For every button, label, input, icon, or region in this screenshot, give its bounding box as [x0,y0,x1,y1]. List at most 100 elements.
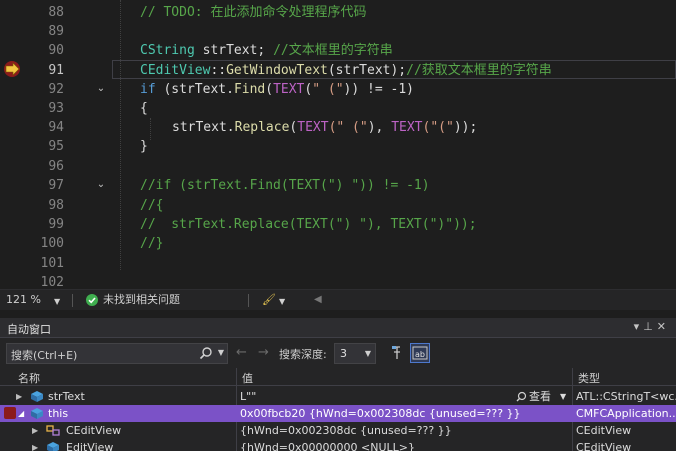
code-line-99: 99 // strText.Replace(TEXT(") "), TEXT("… [0,215,676,234]
pane-controls[interactable]: ▾⊥✕ [634,320,670,333]
class-token: CEditView [140,63,211,78]
magnifier-icon[interactable] [516,391,527,402]
issues-status[interactable]: 未找到相关问题 [103,293,180,307]
code-line-101: 101 [0,254,676,273]
variable-type: ATL::CStringT<wc... [576,390,676,403]
close-icon[interactable]: ✕ [657,320,670,333]
variable-name: this [48,407,69,420]
hex-display-toggle[interactable]: ab [410,343,430,363]
variable-value[interactable]: {hWnd=0x00000000 <NULL>} [240,439,570,451]
brush-icon[interactable]: 🖌 [262,293,276,307]
pin-pane-icon[interactable] [388,343,408,363]
code-text: // TODO: 在此添加命令处理程序代码 [140,5,367,20]
view-visualizer-button[interactable]: 查看 [529,388,551,405]
string-token: ("(" [422,120,454,135]
type-token: CString [140,43,195,58]
search-forward-icon[interactable]: → [258,345,269,360]
line-number: 94 [48,120,64,135]
variable-icon [31,408,43,419]
scroll-left-icon[interactable]: ◀ [314,293,322,307]
autos-grid-header: 名称 值 类型 [0,368,676,386]
variable-name: EditView [66,441,114,451]
code-text: //} [140,236,164,251]
divider [248,294,249,307]
code-line-88: 88 // TODO: 在此添加命令处理程序代码 [0,3,676,22]
autos-row-editview[interactable]: ▶ EditView {hWnd=0x00000000 <NULL>} CEdi… [0,439,676,451]
search-options-dropdown-icon[interactable]: ▼ [218,348,224,357]
line-number: 89 [48,24,64,39]
code-editor[interactable]: 88 // TODO: 在此添加命令处理程序代码 89 90 CString s… [0,0,676,289]
code-token: (strText); [327,63,407,78]
code-line-95: 95 } [0,137,676,156]
string-token: (" (" [328,120,368,135]
base-class-icon [46,425,60,436]
search-input[interactable]: 搜索(Ctrl+E) ▼ [6,343,228,364]
line-number: 90 [48,43,64,58]
search-back-icon[interactable]: ← [236,345,247,360]
code-line-90: 90 CString strText; //文本框里的字符串 [0,41,676,60]
code-text: //if (strText.Find(TEXT(") ")) != -1) [140,178,430,193]
search-placeholder: 搜索(Ctrl+E) [11,349,78,362]
expand-icon[interactable]: ▶ [32,422,38,439]
autos-row-strtext[interactable]: ▶ strText L"" 查看 ▼ ATL::CStringT<wc... [0,388,676,405]
keyword-token: if [140,82,156,97]
line-number: 91 [48,63,64,78]
code-token: strText. [172,120,235,135]
divider [72,294,73,307]
svg-text:ab: ab [415,350,425,359]
variable-value[interactable]: 0x00fbcb20 {hWnd=0x002308dc {unused=??? … [240,405,570,422]
autos-toolbar: 搜索(Ctrl+E) ▼ ← → 搜索深度: 3 ▼ ab [0,339,676,368]
function-token: Find [233,82,266,97]
search-depth-select[interactable]: 3 ▼ [334,343,376,364]
variable-value[interactable]: {hWnd=0x002308dc {unused=??? }} [240,422,570,439]
comment-token: //获取文本框里的字符串 [406,63,552,78]
hex-icon: ab [412,346,428,360]
macro-token: TEXT [297,120,329,135]
comment-token: //文本框里的字符串 [273,43,393,58]
line-number: 95 [48,139,64,154]
line-number: 100 [40,236,64,251]
autos-row-this[interactable]: ◢ this 0x00fbcb20 {hWnd=0x002308dc {unus… [0,405,676,422]
variable-icon [31,391,43,402]
search-icon[interactable] [199,346,213,360]
search-depth-label: 搜索深度: [279,348,327,361]
line-number: 88 [48,5,64,20]
search-depth-value: 3 [340,347,347,360]
expand-icon[interactable]: ▶ [32,439,38,451]
dropdown-icon[interactable]: ▾ [634,320,644,333]
variable-type: CEditView [576,441,632,451]
macro-token: TEXT [391,120,423,135]
chevron-down-icon: ▼ [364,349,371,358]
autos-row-ceditview[interactable]: ▶ CEditView {hWnd=0x002308dc {unused=???… [0,422,676,439]
collapse-icon[interactable]: ◢ [18,405,24,422]
line-number: 92 [48,82,64,97]
code-line-102: 102 [0,273,676,289]
variable-name: CEditView [66,424,122,437]
code-line-93: 93 { [0,99,676,118]
variable-type: CMFCApplication... [576,407,676,420]
code-line-98: 98 //{ [0,196,676,215]
collapse-icon[interactable]: ⌄ [96,180,106,190]
column-header-type[interactable]: 类型 [578,370,600,386]
code-line-91: 91 CEditView::GetWindowText(strText);//获… [0,61,676,80]
line-number: 102 [40,275,64,289]
check-circle-icon [86,294,98,306]
zoom-level[interactable]: 121 % [6,293,41,307]
column-header-value[interactable]: 值 [242,370,253,386]
column-header-name[interactable]: 名称 [18,370,40,386]
dropdown-icon[interactable]: ▼ [279,295,285,309]
autos-window: 自动窗口 ▾⊥✕ 搜索(Ctrl+E) ▼ ← → 搜索深度: 3 ▼ ab 名… [0,318,676,451]
string-token: " (" [312,82,344,97]
code-token: (strText. [155,82,234,97]
code-line-100: 100 //} [0,234,676,253]
collapse-icon[interactable]: ⌄ [96,84,106,94]
editor-status-bar: 121 % ▼ 未找到相关问题 🖌 ▼ ◀ [0,289,676,310]
zoom-dropdown-icon[interactable]: ▼ [54,295,60,309]
line-number: 97 [48,178,64,193]
line-number: 93 [48,101,64,116]
expand-icon[interactable]: ▶ [16,388,22,405]
visualizer-dropdown-icon[interactable]: ▼ [560,388,566,405]
code-text: } [140,139,148,154]
code-token: ( [265,82,274,97]
pin-icon[interactable]: ⊥ [643,320,657,333]
